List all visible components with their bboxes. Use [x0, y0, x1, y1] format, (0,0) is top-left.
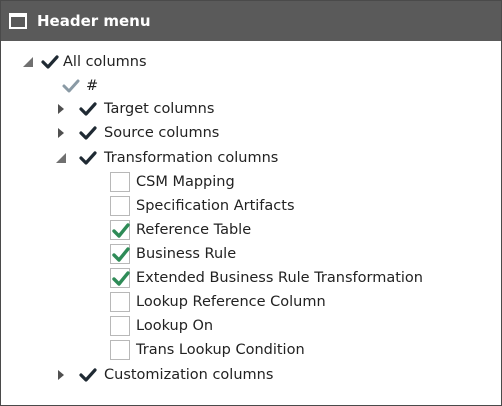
- tree-item-label: All columns: [63, 54, 147, 70]
- tree-item-label: #: [86, 78, 99, 94]
- tree-item-label: CSM Mapping: [136, 174, 235, 190]
- tree-item-trans-lookup-condition[interactable]: Trans Lookup Condition: [1, 339, 501, 361]
- tree-item-label: Target columns: [104, 101, 215, 117]
- tree-item-label: Transformation columns: [104, 150, 279, 166]
- window-icon: [9, 13, 27, 29]
- expand-triangle-icon[interactable]: [53, 125, 69, 141]
- title-bar: Header menu: [1, 1, 501, 41]
- tree-item-business-rule[interactable]: Business Rule: [1, 243, 501, 265]
- tree-item-label: Lookup On: [136, 318, 214, 334]
- checkbox-csm-mapping[interactable]: [110, 172, 130, 192]
- checkbox-transformation-columns[interactable]: [78, 148, 98, 168]
- column-tree: All columns # Target columns Source colu…: [1, 41, 501, 405]
- header-menu-panel: Header menu All columns # Target columns…: [0, 0, 502, 406]
- checkbox-business-rule[interactable]: [110, 244, 130, 264]
- tree-item-label: Trans Lookup Condition: [136, 342, 305, 358]
- expand-triangle-icon[interactable]: [53, 101, 69, 117]
- checkbox-customization-columns[interactable]: [78, 365, 98, 385]
- expand-triangle-icon[interactable]: [53, 367, 69, 383]
- tree-item-all-columns[interactable]: All columns: [1, 51, 501, 73]
- tree-item-lookup-reference-column[interactable]: Lookup Reference Column: [1, 291, 501, 313]
- collapse-triangle-icon[interactable]: [53, 150, 69, 166]
- tree-item-label: Business Rule: [136, 246, 237, 262]
- collapse-triangle-icon[interactable]: [20, 54, 36, 70]
- tree-item-label: Reference Table: [136, 222, 252, 238]
- tree-item-label: Specification Artifacts: [136, 198, 295, 214]
- checkbox-target-columns[interactable]: [78, 99, 98, 119]
- checkbox-hash[interactable]: [61, 76, 81, 96]
- tree-item-source-columns[interactable]: Source columns: [1, 122, 501, 144]
- tree-item-target-columns[interactable]: Target columns: [1, 98, 501, 120]
- tree-item-label: Extended Business Rule Transformation: [136, 270, 423, 286]
- tree-item-reference-table[interactable]: Reference Table: [1, 219, 501, 241]
- checkbox-extended-business-rule-transformation[interactable]: [110, 268, 130, 288]
- checkbox-lookup-reference-column[interactable]: [110, 292, 130, 312]
- checkbox-lookup-on[interactable]: [110, 316, 130, 336]
- checkbox-all-columns[interactable]: [40, 52, 60, 72]
- tree-item-hash[interactable]: #: [1, 75, 501, 97]
- checkbox-reference-table[interactable]: [110, 220, 130, 240]
- tree-item-label: Lookup Reference Column: [136, 294, 326, 310]
- panel-title: Header menu: [37, 12, 151, 30]
- tree-item-label: Customization columns: [104, 367, 274, 383]
- checkbox-specification-artifacts[interactable]: [110, 196, 130, 216]
- checkbox-trans-lookup-condition[interactable]: [110, 340, 130, 360]
- checkbox-source-columns[interactable]: [78, 123, 98, 143]
- tree-item-label: Source columns: [104, 125, 220, 141]
- tree-item-specification-artifacts[interactable]: Specification Artifacts: [1, 195, 501, 217]
- tree-item-transformation-columns[interactable]: Transformation columns: [1, 147, 501, 169]
- tree-item-lookup-on[interactable]: Lookup On: [1, 315, 501, 337]
- tree-item-customization-columns[interactable]: Customization columns: [1, 364, 501, 386]
- tree-item-extended-business-rule-transformation[interactable]: Extended Business Rule Transformation: [1, 267, 501, 289]
- tree-item-csm-mapping[interactable]: CSM Mapping: [1, 171, 501, 193]
